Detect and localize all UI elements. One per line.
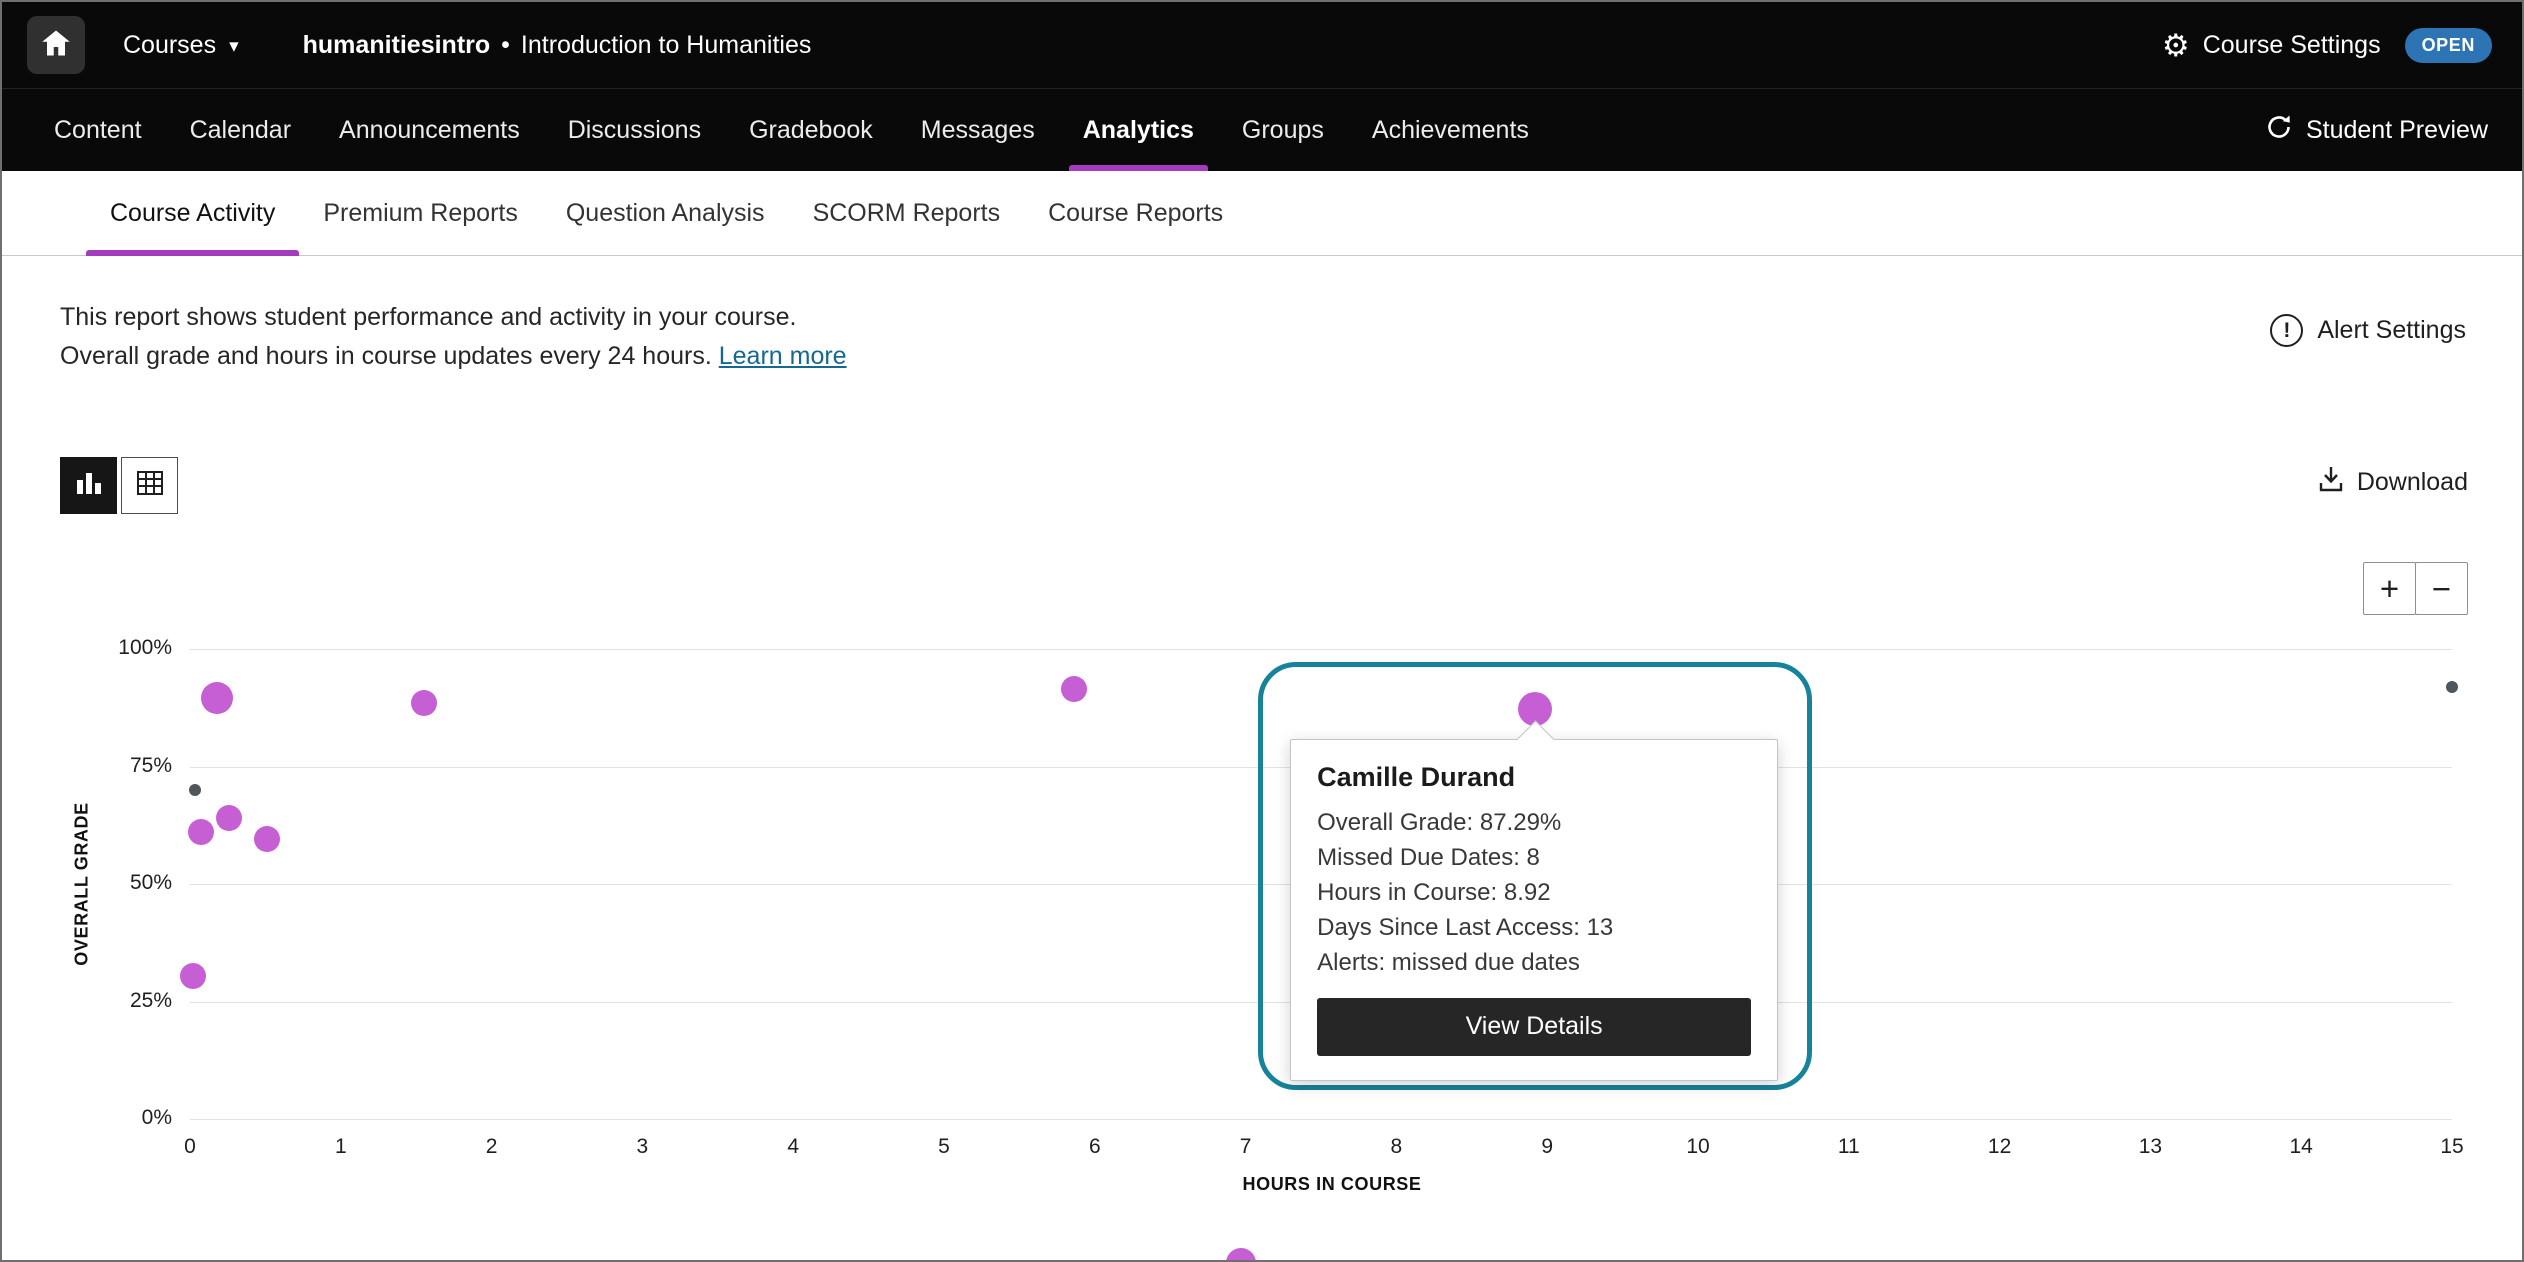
report-description-line2: Overall grade and hours in course update…	[60, 337, 847, 376]
tab-announcements[interactable]: Announcements	[325, 89, 534, 171]
x-tick-label: 14	[2290, 1135, 2313, 1159]
analytics-subnav: Course Activity Premium Reports Question…	[2, 171, 2522, 256]
subtab-course-reports[interactable]: Course Reports	[1024, 171, 1247, 255]
courses-menu[interactable]: Courses ▾	[123, 31, 239, 60]
alert-settings-button[interactable]: ! Alert Settings	[2270, 314, 2466, 347]
x-tick-label: 5	[938, 1135, 950, 1159]
breadcrumb-separator: •	[501, 31, 510, 60]
x-tick-label: 7	[1240, 1135, 1252, 1159]
gridline	[190, 649, 2452, 650]
tab-content[interactable]: Content	[40, 89, 156, 171]
alert-settings-label: Alert Settings	[2317, 316, 2466, 345]
chevron-down-icon: ▾	[229, 35, 239, 58]
course-title: Introduction to Humanities	[521, 31, 811, 60]
data-point[interactable]	[180, 963, 206, 989]
course-nav: Content Calendar Announcements Discussio…	[2, 88, 2522, 171]
bar-chart-icon	[73, 467, 105, 504]
x-tick-label: 11	[1838, 1135, 1860, 1159]
table-grid-icon	[134, 467, 166, 504]
course-settings-label: Course Settings	[2203, 31, 2381, 60]
data-point[interactable]	[188, 819, 214, 845]
y-tick-label: 50%	[82, 871, 172, 895]
tooltip-student-name: Camille Durand	[1317, 762, 1751, 793]
report-description: This report shows student performance an…	[60, 298, 847, 376]
data-point[interactable]	[1061, 676, 1087, 702]
x-tick-label: 13	[2139, 1135, 2162, 1159]
data-point[interactable]	[201, 682, 233, 714]
data-point[interactable]	[216, 805, 242, 831]
tooltip-alerts: Alerts: missed due dates	[1317, 945, 1751, 980]
open-badge[interactable]: OPEN	[2405, 28, 2492, 63]
zoom-in-button[interactable]: +	[2363, 562, 2416, 615]
view-toggle	[60, 457, 178, 514]
download-label: Download	[2357, 468, 2468, 497]
page: Courses ▾ humanitiesintro • Introduction…	[0, 0, 2524, 1262]
subtab-course-activity[interactable]: Course Activity	[86, 171, 299, 255]
course-nav-tabs: Content Calendar Announcements Discussio…	[40, 89, 1563, 171]
topbar-right: ⚙ Course Settings OPEN	[2162, 28, 2492, 63]
y-tick-label: 0%	[82, 1106, 172, 1130]
student-preview-label: Student Preview	[2306, 116, 2488, 145]
x-tick-label: 6	[1089, 1135, 1101, 1159]
view-details-button[interactable]: View Details	[1317, 998, 1751, 1056]
analytics-subnav-tabs: Course Activity Premium Reports Question…	[86, 171, 1247, 255]
gear-icon: ⚙	[2162, 30, 2190, 61]
tab-achievements[interactable]: Achievements	[1358, 89, 1543, 171]
learn-more-link[interactable]: Learn more	[719, 342, 847, 370]
zoom-controls: + −	[2363, 562, 2468, 615]
tab-analytics[interactable]: Analytics	[1069, 89, 1208, 171]
x-axis-title: HOURS IN COURSE	[1242, 1174, 1421, 1195]
y-tick-label: 100%	[82, 636, 172, 660]
home-icon	[41, 29, 71, 62]
y-tick-label: 75%	[82, 754, 172, 778]
data-point[interactable]	[2446, 681, 2458, 693]
course-settings-button[interactable]: ⚙ Course Settings	[2162, 30, 2381, 61]
x-tick-label: 12	[1988, 1135, 2011, 1159]
x-tick-label: 1	[335, 1135, 347, 1159]
subtab-premium-reports[interactable]: Premium Reports	[299, 171, 542, 255]
data-point-partial[interactable]	[1226, 1248, 1256, 1262]
tab-messages[interactable]: Messages	[907, 89, 1049, 171]
subtab-question-analysis[interactable]: Question Analysis	[542, 171, 789, 255]
home-button[interactable]	[27, 16, 85, 74]
tab-groups[interactable]: Groups	[1228, 89, 1338, 171]
tab-calendar[interactable]: Calendar	[176, 89, 305, 171]
x-tick-label: 9	[1541, 1135, 1553, 1159]
tab-discussions[interactable]: Discussions	[554, 89, 715, 171]
tooltip-days-since-last-access: Days Since Last Access: 13	[1317, 910, 1751, 945]
tooltip-missed-due-dates: Missed Due Dates: 8	[1317, 840, 1751, 875]
x-tick-label: 15	[2440, 1135, 2463, 1159]
download-icon	[2316, 464, 2346, 501]
x-tick-label: 8	[1391, 1135, 1403, 1159]
topbar: Courses ▾ humanitiesintro • Introduction…	[2, 2, 2522, 88]
data-point[interactable]	[254, 826, 280, 852]
chart-view-button[interactable]	[60, 457, 117, 514]
student-tooltip: Camille Durand Overall Grade: 87.29% Mis…	[1290, 739, 1778, 1081]
y-tick-label: 25%	[82, 989, 172, 1013]
x-tick-label: 3	[637, 1135, 649, 1159]
tooltip-overall-grade: Overall Grade: 87.29%	[1317, 805, 1751, 840]
courses-label: Courses	[123, 31, 216, 60]
download-button[interactable]: Download	[2316, 464, 2468, 501]
refresh-icon	[2265, 113, 2293, 148]
data-point[interactable]	[189, 784, 201, 796]
x-tick-label: 4	[787, 1135, 799, 1159]
x-tick-label: 0	[184, 1135, 196, 1159]
gridline	[190, 1119, 2452, 1120]
x-tick-label: 10	[1686, 1135, 1709, 1159]
subtab-scorm-reports[interactable]: SCORM Reports	[789, 171, 1025, 255]
report-description-line2-text: Overall grade and hours in course update…	[60, 342, 712, 370]
breadcrumb: humanitiesintro • Introduction to Humani…	[303, 31, 812, 60]
tooltip-hours-in-course: Hours in Course: 8.92	[1317, 875, 1751, 910]
data-point[interactable]	[411, 690, 437, 716]
table-view-button[interactable]	[121, 457, 178, 514]
course-id: humanitiesintro	[303, 31, 491, 60]
tab-gradebook[interactable]: Gradebook	[735, 89, 887, 171]
report-description-line1: This report shows student performance an…	[60, 298, 847, 337]
zoom-out-button[interactable]: −	[2415, 562, 2468, 615]
x-tick-label: 2	[486, 1135, 498, 1159]
student-preview-button[interactable]: Student Preview	[2265, 89, 2488, 171]
alert-icon: !	[2270, 314, 2303, 347]
